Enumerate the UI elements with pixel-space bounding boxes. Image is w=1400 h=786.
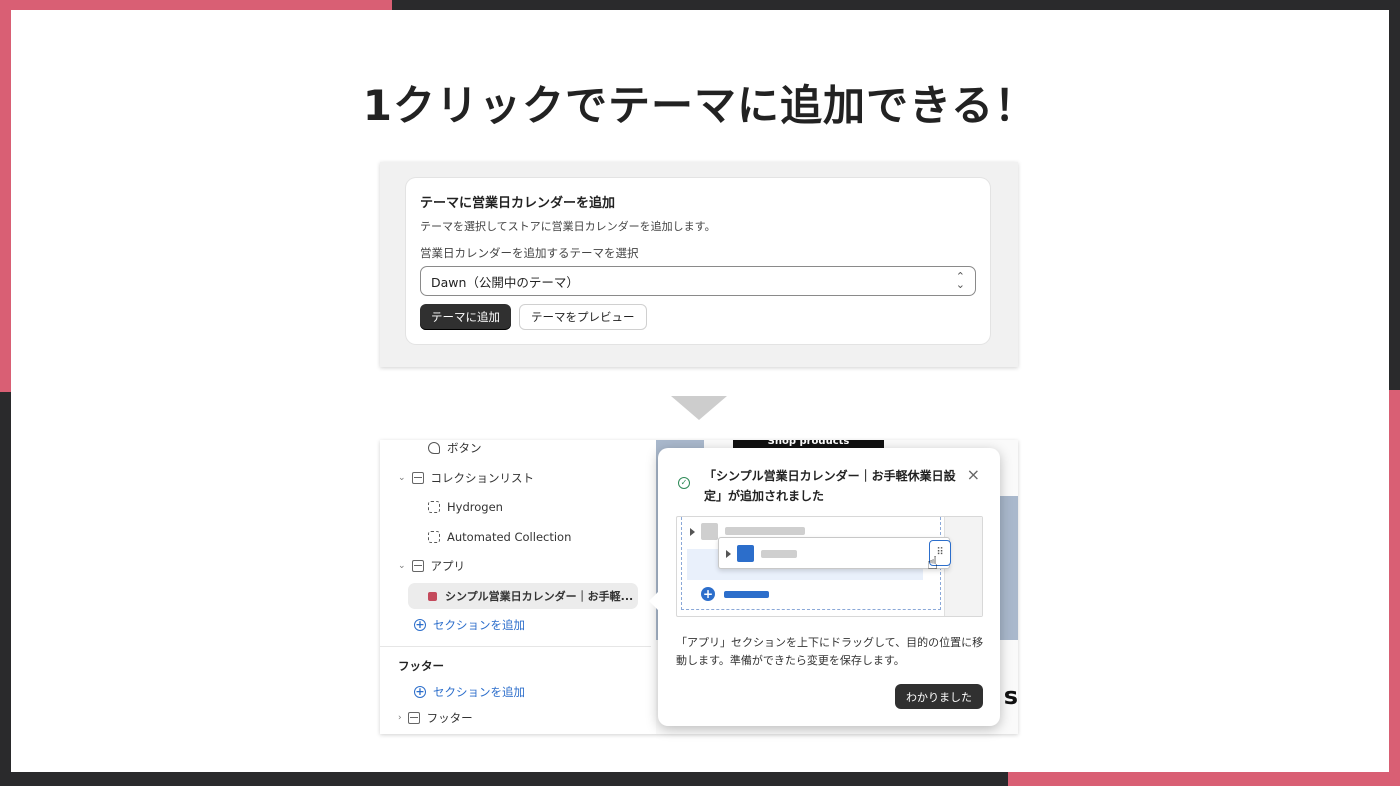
placeholder-bar — [761, 550, 797, 558]
sidebar-item-app-section[interactable]: ⌄ アプリ — [398, 558, 465, 574]
placeholder-bar — [725, 527, 805, 535]
plus-circle-icon: + — [414, 618, 426, 631]
editor-sidebar: ボタン ⌄ コレクションリスト Hydrogen Automated Colle… — [380, 440, 651, 734]
popover-caret — [649, 592, 658, 610]
add-footer-section-link[interactable]: + セクションを追加 — [414, 684, 525, 700]
got-it-button[interactable]: わかりました — [895, 684, 983, 709]
add-section-link[interactable]: + セクションを追加 — [414, 617, 525, 633]
block-icon — [428, 501, 440, 513]
headline: 1クリックでテーマに追加できる！ — [362, 81, 1038, 130]
check-circle-icon: ✓ — [678, 477, 690, 489]
preview-partial-text: s — [1003, 682, 1018, 710]
card-title: テーマに営業日カレンダーを追加 — [420, 196, 616, 211]
plus-circle-icon: + — [414, 685, 426, 698]
drag-illustration: ⠿ ☝ + — [676, 516, 983, 617]
footer-heading: フッター — [398, 659, 444, 673]
sidebar-divider — [380, 646, 651, 647]
chevron-right-icon: › — [398, 713, 402, 723]
sidebar-item-collection-list[interactable]: ⌄ コレクションリスト — [398, 470, 534, 486]
theme-select-value: Dawn（公開中のテーマ） — [431, 274, 579, 290]
sidebar-item-button[interactable]: ボタン — [428, 440, 482, 456]
down-arrow-icon — [671, 396, 727, 420]
sidebar-item-app-block[interactable]: シンプル営業日カレンダー｜お手軽... — [408, 583, 638, 609]
theme-select[interactable]: Dawn（公開中のテーマ） ⌃ ⌄ — [420, 266, 976, 296]
popover-body: 「アプリ」セクションを上下にドラッグして、目的の位置に移動します。準備ができたら… — [676, 636, 984, 667]
add-to-theme-panel: テーマに営業日カレンダーを追加 テーマを選択してストアに営業日カレンダーを追加し… — [380, 162, 1018, 367]
section-icon — [411, 560, 424, 572]
app-block-square — [737, 545, 754, 562]
section-added-popover: ✓ 「シンプル営業日カレンダー｜お手軽休業日設定」が追加されました × ⠿ ☝ … — [649, 448, 1000, 726]
caret-right-icon — [726, 550, 731, 558]
add-to-theme-button[interactable]: テーマに追加 — [420, 304, 511, 330]
caret-right-icon — [690, 528, 695, 536]
section-icon — [407, 712, 420, 724]
add-to-theme-card: テーマに営業日カレンダーを追加 テーマを選択してストアに営業日カレンダーを追加し… — [406, 178, 990, 344]
chevron-down-icon: ⌄ — [398, 561, 406, 571]
hand-cursor-icon: ☝ — [927, 553, 938, 574]
plus-circle-icon: + — [701, 587, 715, 601]
sidebar-item-automated-collection[interactable]: Automated Collection — [428, 530, 571, 544]
theme-select-label: 営業日カレンダーを追加するテーマを選択 — [420, 246, 639, 260]
card-description: テーマを選択してストアに営業日カレンダーを追加します。 — [420, 220, 716, 233]
shop-products-button: Shop products — [733, 440, 884, 448]
placeholder-square — [701, 523, 718, 540]
app-icon — [428, 591, 437, 601]
section-icon — [411, 472, 424, 484]
cursor-icon — [428, 442, 440, 454]
placeholder-link-bar — [724, 591, 769, 598]
select-chevron-icon: ⌃ ⌄ — [955, 270, 965, 291]
illustration-dragged-row: ⠿ — [718, 537, 951, 569]
preview-theme-button[interactable]: テーマをプレビュー — [519, 304, 647, 330]
block-icon — [428, 531, 440, 543]
close-icon[interactable]: × — [967, 465, 980, 484]
chevron-down-icon: ⌄ — [398, 473, 406, 483]
sidebar-item-footer[interactable]: › フッター — [398, 710, 473, 726]
sidebar-item-hydrogen[interactable]: Hydrogen — [428, 500, 503, 514]
popover-title: 「シンプル営業日カレンダー｜お手軽休業日設定」が追加されました — [704, 469, 956, 503]
